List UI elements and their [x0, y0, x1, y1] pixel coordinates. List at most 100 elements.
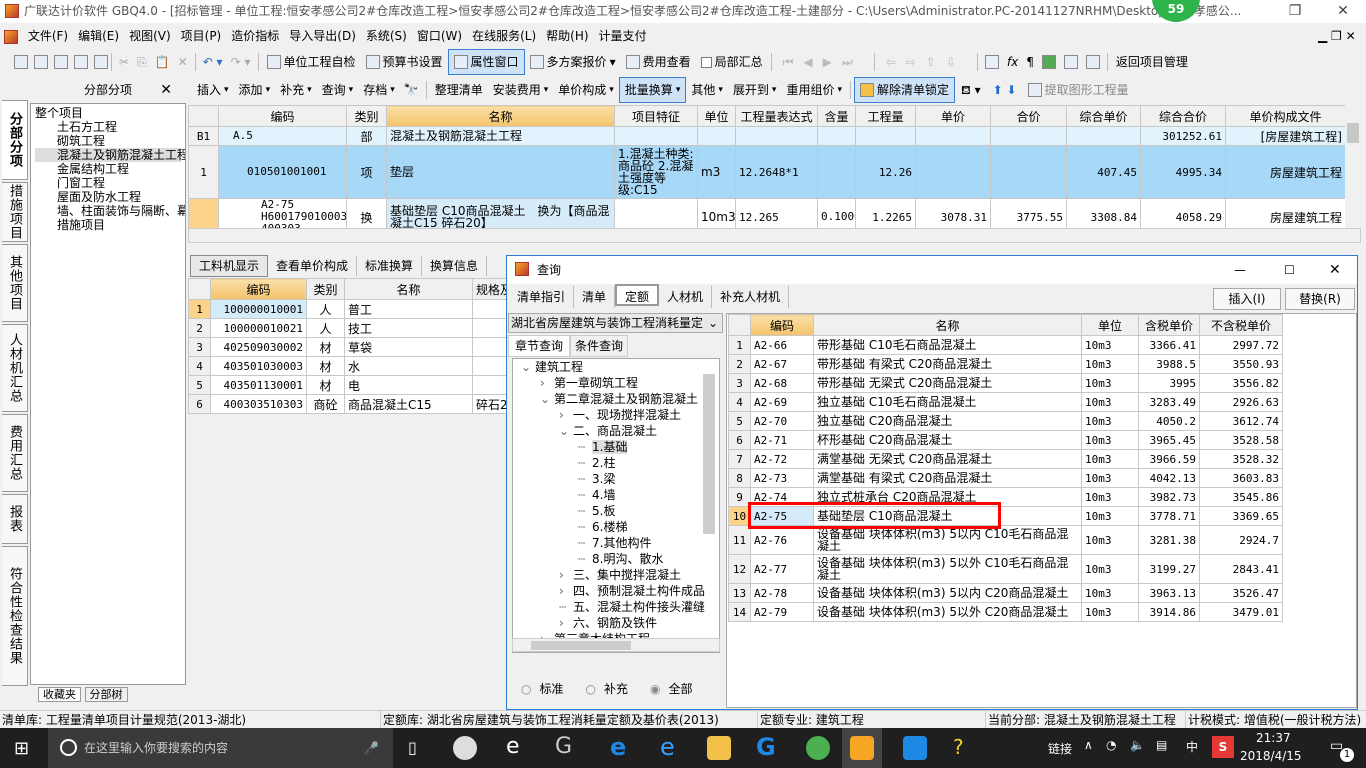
cell[interactable]: 10m3	[1081, 411, 1139, 431]
chapter-tree-item[interactable]: ⌄ 第二章混凝土及钢筋混凝土	[513, 391, 719, 407]
cell[interactable]: 8	[728, 468, 751, 488]
chapter-tree-item[interactable]: › 三、集中搅拌混凝土	[513, 567, 719, 583]
vtab-4[interactable]: 费用汇总	[2, 414, 28, 492]
grid-tool-3[interactable]: 查询 ▾	[317, 78, 359, 102]
calculator-icon[interactable]	[984, 55, 999, 69]
swirl-app-icon[interactable]: G	[555, 736, 579, 760]
dialog-tab-3[interactable]: 人材机	[659, 286, 713, 308]
cell[interactable]: 房屋建筑工程	[1225, 145, 1346, 199]
move-up-down-icons[interactable]: ⬆ ⬇	[993, 78, 1017, 102]
column-header[interactable]: 合价	[990, 105, 1067, 127]
cell[interactable]: 403501130001	[210, 375, 307, 395]
cell[interactable]: 3	[188, 337, 211, 357]
green-browser-icon[interactable]	[806, 736, 830, 760]
cell[interactable]: 10m3	[1081, 373, 1139, 393]
cell[interactable]: A2-71	[750, 430, 814, 450]
open-folder-icon[interactable]	[54, 55, 68, 69]
self-check-button[interactable]: 单位工程自检	[262, 50, 361, 74]
keyboard-icon[interactable]: ▤	[1156, 738, 1167, 752]
cell[interactable]: 技工	[344, 318, 473, 338]
tree-hscroll[interactable]	[512, 638, 720, 652]
cell[interactable]: 带形基础 C10毛石商品混凝土	[813, 335, 1082, 355]
tree-item[interactable]: 措施项目	[35, 218, 181, 232]
cell[interactable]	[614, 126, 698, 146]
vtab-1[interactable]: 措施项目	[2, 182, 28, 242]
cell[interactable]: 402509030002	[210, 337, 307, 357]
menu-item-4[interactable]: 造价指标	[231, 29, 279, 43]
lower-tab-1[interactable]: 查看单价构成	[268, 256, 358, 276]
table-row[interactable]: 1 010501001001 项垫层 1.混凝土种类:商品砼 2.混凝土强度等级:C1…	[188, 145, 1346, 199]
return-project-button[interactable]: 返回项目管理	[1111, 50, 1193, 74]
grid-tool-11[interactable]: 重用组价 ▾	[781, 78, 847, 102]
chevron-right-icon[interactable]: ›	[559, 583, 573, 599]
cell[interactable]: 3778.71	[1138, 506, 1200, 526]
chevron-right-icon[interactable]: ›	[540, 375, 554, 391]
cell[interactable]: 4995.34	[1140, 145, 1226, 199]
chapter-tree-item[interactable]: ┄ 6.楼梯	[513, 519, 719, 535]
cell[interactable]: 100000010021	[210, 318, 307, 338]
tree-item[interactable]: 土石方工程	[35, 120, 181, 134]
cell[interactable]: A2-79	[750, 602, 814, 622]
cell[interactable]: 3479.01	[1199, 602, 1283, 622]
cell[interactable]: 010501001001	[218, 145, 347, 199]
cell[interactable]: 6	[728, 430, 751, 450]
cell[interactable]: 1	[728, 335, 751, 355]
taskbar-search[interactable]: 在这里输入你要搜索的内容 🎤	[48, 728, 393, 768]
cell[interactable]: 3528.32	[1199, 449, 1283, 469]
cell[interactable]: 2926.63	[1199, 392, 1283, 412]
new-file-icon[interactable]	[14, 55, 28, 69]
cell[interactable]: 项	[346, 145, 387, 199]
cell[interactable]	[817, 145, 856, 199]
chapter-tree-item[interactable]: › 四、预制混凝土构件成品	[513, 583, 719, 599]
column-header[interactable]	[188, 105, 219, 127]
glodon-g-icon[interactable]: G	[756, 735, 780, 760]
help-app-icon[interactable]: ?	[953, 736, 977, 760]
table-row[interactable]: 2 100000010021 人技工	[188, 318, 519, 338]
chapter-tree-item[interactable]: ┄ 1.基础	[513, 439, 719, 455]
taskbar-active-app[interactable]	[842, 728, 882, 768]
microphone-icon[interactable]: 🎤	[364, 728, 379, 768]
lower-tab-3[interactable]: 换算信息	[422, 256, 488, 276]
cell[interactable]: 3528.58	[1199, 430, 1283, 450]
column-header[interactable]: 单位	[1081, 314, 1139, 336]
clock-time[interactable]: 21:37	[1256, 731, 1291, 745]
wifi-icon[interactable]: ◔	[1106, 738, 1116, 752]
tree-item[interactable]: 屋面及防水工程	[35, 190, 181, 204]
cell[interactable]: 2843.41	[1199, 554, 1283, 584]
partial-summary-checkbox[interactable]: 局部汇总	[696, 50, 768, 74]
cell[interactable]: 4050.2	[1138, 411, 1200, 431]
menu-item-7[interactable]: 窗口(W)	[417, 29, 462, 43]
cell[interactable]: 10m3	[1081, 506, 1139, 526]
cell[interactable]	[1066, 126, 1141, 146]
tab-condition-query[interactable]: 条件查询	[570, 335, 629, 357]
column-header[interactable]	[188, 278, 211, 300]
grid-tool-13[interactable]: 提取图形工程量	[1023, 78, 1134, 102]
cell[interactable]: 11	[728, 525, 751, 555]
tree-line-icon[interactable]: ┄	[578, 551, 592, 567]
table-row[interactable]: 5 403501130001 材电	[188, 375, 519, 395]
report-icon[interactable]	[1063, 55, 1078, 69]
cell[interactable]: 3556.82	[1199, 373, 1283, 393]
column-header[interactable]: 工程量	[855, 105, 916, 127]
cell[interactable]: 10m3	[1081, 392, 1139, 412]
dialog-tab-4[interactable]: 补充人材机	[712, 286, 790, 308]
table-row[interactable]: 4 403501030003 材水	[188, 356, 519, 376]
cell[interactable]: 水	[344, 356, 473, 376]
property-window-button[interactable]: 属性窗口	[447, 49, 525, 75]
cell[interactable]: 3	[728, 373, 751, 393]
cell[interactable]: B1	[188, 126, 219, 146]
grid-tool-4[interactable]: 存档 ▾	[358, 78, 400, 102]
cell[interactable]: 2924.7	[1199, 525, 1283, 555]
column-header[interactable]: 项目特征	[614, 105, 698, 127]
cell[interactable]: 12	[728, 554, 751, 584]
cell[interactable]: 4	[728, 392, 751, 412]
table-row[interactable]: 1 100000010001 人普工	[188, 299, 519, 319]
replace-button[interactable]: 替换(R)	[1285, 288, 1355, 310]
menu-item-9[interactable]: 帮助(H)	[546, 29, 588, 43]
chapter-tree-item[interactable]: ┄ 3.梁	[513, 471, 719, 487]
tree-line-icon[interactable]: ┄	[578, 535, 592, 551]
cell[interactable]: 10m3	[1081, 525, 1139, 555]
cell[interactable]: 3526.47	[1199, 583, 1283, 603]
cell[interactable]: 3988.5	[1138, 354, 1200, 374]
cell[interactable]: 垫层	[386, 145, 615, 199]
